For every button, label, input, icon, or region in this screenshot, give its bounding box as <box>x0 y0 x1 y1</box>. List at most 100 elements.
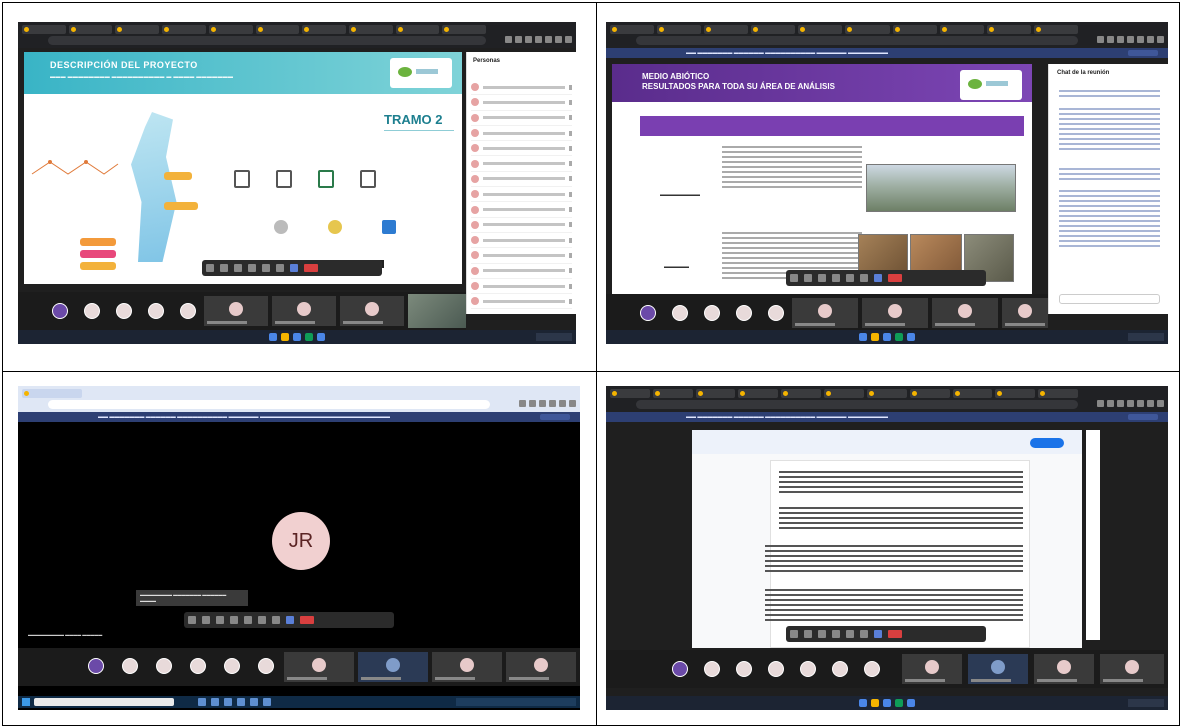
app-icon[interactable] <box>237 698 245 706</box>
more-icon[interactable] <box>262 264 270 272</box>
participant-avatar[interactable] <box>224 658 240 674</box>
share-icon[interactable] <box>248 264 256 272</box>
raise-hand-icon[interactable] <box>874 274 882 282</box>
participant-avatar[interactable] <box>122 658 138 674</box>
edge-icon[interactable] <box>293 333 301 341</box>
participant-tile[interactable] <box>432 652 502 682</box>
participant-row[interactable] <box>471 80 572 96</box>
reactions-icon[interactable] <box>272 616 280 624</box>
present-icon[interactable] <box>202 616 210 624</box>
raise-hand-icon[interactable] <box>290 264 298 272</box>
chat-input[interactable] <box>1059 294 1160 304</box>
participant-row[interactable] <box>471 141 572 157</box>
present-icon[interactable] <box>790 630 798 638</box>
mic-icon[interactable] <box>234 264 242 272</box>
banner-button[interactable] <box>1128 414 1158 420</box>
app-icon[interactable] <box>263 698 271 706</box>
participant-tile[interactable] <box>1002 298 1048 328</box>
participant-tile[interactable] <box>968 654 1028 684</box>
participant-avatar[interactable] <box>88 658 104 674</box>
document-page[interactable] <box>765 460 1030 648</box>
participant-avatar[interactable] <box>800 661 816 677</box>
reactions-icon[interactable] <box>860 630 868 638</box>
participant-tile[interactable] <box>284 652 354 682</box>
participant-avatar[interactable] <box>180 303 196 319</box>
participant-row[interactable] <box>471 95 572 111</box>
participant-avatar[interactable] <box>832 661 848 677</box>
taskbar-search[interactable] <box>34 698 174 706</box>
explorer-icon[interactable] <box>281 333 289 341</box>
participant-avatar[interactable] <box>148 303 164 319</box>
app-icon[interactable] <box>198 698 206 706</box>
present-icon[interactable] <box>790 274 798 282</box>
more-icon[interactable] <box>846 630 854 638</box>
camera-icon[interactable] <box>220 264 228 272</box>
participant-row[interactable] <box>471 156 572 172</box>
raise-hand-icon[interactable] <box>286 616 294 624</box>
participant-tile[interactable] <box>932 298 998 328</box>
participant-tile[interactable] <box>792 298 858 328</box>
extension-icons[interactable] <box>505 36 572 43</box>
browser-tabs[interactable] <box>22 25 487 34</box>
end-call-button[interactable] <box>304 264 318 272</box>
participant-avatar[interactable] <box>768 305 784 321</box>
edge-icon[interactable] <box>883 333 891 341</box>
camera-icon[interactable] <box>804 274 812 282</box>
more-icon[interactable] <box>258 616 266 624</box>
chrome-icon[interactable] <box>305 333 313 341</box>
end-call-button[interactable] <box>888 274 902 282</box>
share-button[interactable] <box>1030 438 1064 448</box>
end-call-button[interactable] <box>300 616 314 624</box>
participant-row[interactable] <box>471 126 572 142</box>
participant-tile[interactable] <box>272 296 336 326</box>
app-icon[interactable] <box>907 333 915 341</box>
start-icon[interactable] <box>22 698 30 706</box>
explorer-icon[interactable] <box>871 699 879 707</box>
browser-tabs[interactable] <box>22 389 490 398</box>
mic-icon[interactable] <box>818 274 826 282</box>
address-bar[interactable] <box>636 400 1078 409</box>
participant-avatar[interactable] <box>736 661 752 677</box>
extension-icons[interactable] <box>519 400 576 407</box>
start-icon[interactable] <box>269 333 277 341</box>
present-icon[interactable] <box>206 264 214 272</box>
mic-icon[interactable] <box>818 630 826 638</box>
more-icon[interactable] <box>846 274 854 282</box>
participant-avatar[interactable] <box>52 303 68 319</box>
share-icon[interactable] <box>832 274 840 282</box>
chrome-icon[interactable] <box>895 333 903 341</box>
browser-tabs[interactable] <box>610 389 1078 398</box>
participant-row[interactable] <box>471 248 572 264</box>
participant-tile[interactable] <box>1100 654 1164 684</box>
raise-hand-icon[interactable] <box>874 630 882 638</box>
share-icon[interactable] <box>832 630 840 638</box>
participant-row[interactable] <box>471 294 572 310</box>
participant-row[interactable] <box>471 111 572 126</box>
participant-avatar[interactable] <box>736 305 752 321</box>
participant-avatar[interactable] <box>190 658 206 674</box>
participant-row[interactable] <box>471 187 572 203</box>
chrome-icon[interactable] <box>895 699 903 707</box>
caption-icon[interactable] <box>188 616 196 624</box>
participant-tile[interactable] <box>340 296 404 326</box>
extension-icons[interactable] <box>1097 36 1164 43</box>
start-icon[interactable] <box>859 699 867 707</box>
participant-avatar[interactable] <box>768 661 784 677</box>
end-call-button[interactable] <box>888 630 902 638</box>
participant-avatar[interactable] <box>640 305 656 321</box>
edge-icon[interactable] <box>883 699 891 707</box>
app-icon[interactable] <box>317 333 325 341</box>
participant-tile[interactable] <box>204 296 268 326</box>
participant-avatar[interactable] <box>704 305 720 321</box>
banner-button[interactable] <box>540 414 570 420</box>
participant-tile[interactable] <box>902 654 962 684</box>
reactions-icon[interactable] <box>276 264 284 272</box>
participant-row[interactable] <box>471 279 572 295</box>
camera-icon[interactable] <box>804 630 812 638</box>
address-bar[interactable] <box>636 36 1078 45</box>
banner-button[interactable] <box>1128 50 1158 56</box>
mic-icon[interactable] <box>230 616 238 624</box>
app-icon[interactable] <box>907 699 915 707</box>
app-icon[interactable] <box>224 698 232 706</box>
participant-avatar[interactable] <box>864 661 880 677</box>
